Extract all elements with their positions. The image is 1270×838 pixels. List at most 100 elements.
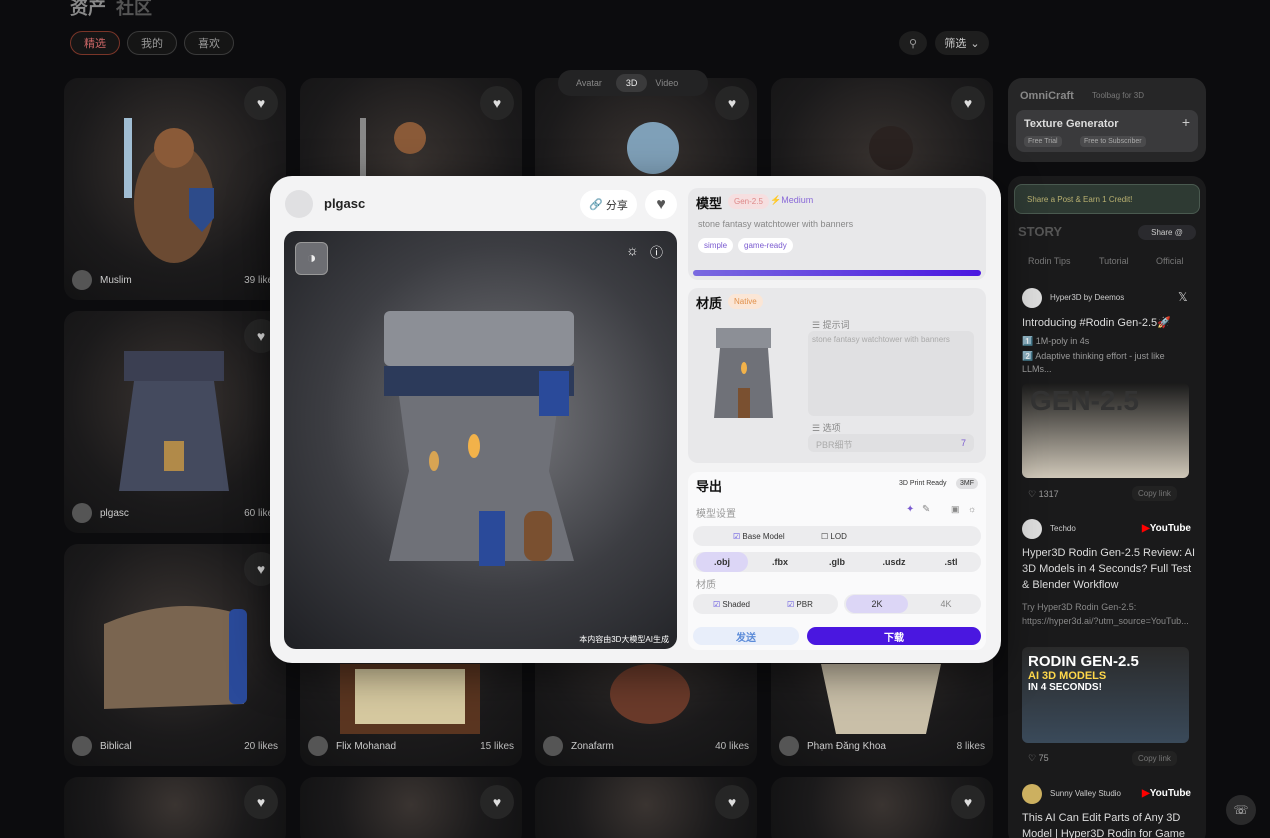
- avatar: [72, 503, 92, 523]
- pbr-value: 7: [960, 438, 966, 448]
- post-likes[interactable]: ♡ 1317: [1028, 489, 1059, 500]
- print-ready-label: 3D Print Ready: [899, 480, 947, 487]
- checkbox-icon: ☐: [821, 532, 829, 541]
- like-button[interactable]: ♥: [951, 86, 985, 120]
- heart-icon: ♥: [963, 794, 973, 810]
- card-user[interactable]: plgasc: [100, 508, 129, 519]
- save-icon[interactable]: ▣: [951, 504, 960, 515]
- filter-featured[interactable]: 精选: [70, 31, 120, 55]
- like-button[interactable]: ♥: [480, 86, 514, 120]
- like-button[interactable]: ♥: [244, 785, 278, 819]
- toggle-video[interactable]: Video: [655, 78, 678, 88]
- copy-link-button[interactable]: Copy link: [1132, 486, 1177, 501]
- 3d-viewer[interactable]: ◑ ☼ ⓘ 本内容由3D大模型AI生成: [284, 231, 677, 649]
- shaded-checkbox[interactable]: ☑ Shaded: [713, 600, 750, 609]
- sort-dropdown[interactable]: 筛选 ⌄: [935, 31, 989, 55]
- tab-assets[interactable]: 资产: [70, 0, 106, 18]
- post-title[interactable]: Hyper3D Rodin Gen-2.5 Review: AI 3D Mode…: [1022, 545, 1197, 593]
- filter-mine[interactable]: 我的: [127, 31, 177, 55]
- options-label: ☰ 选项: [812, 423, 841, 433]
- post-line: 2️⃣ Adaptive thinking effort - just like…: [1022, 351, 1165, 374]
- card-user[interactable]: Phạm Đăng Khoa: [807, 741, 886, 752]
- share-button[interactable]: 🔗 分享: [580, 190, 637, 219]
- tab-official[interactable]: Official: [1156, 256, 1183, 266]
- heart-icon: ♥: [963, 95, 973, 111]
- lod-checkbox[interactable]: ☐ LOD: [821, 532, 847, 541]
- edit-icon[interactable]: ✎: [922, 504, 930, 515]
- res-4k[interactable]: 4K: [915, 595, 977, 613]
- progress-bar: [693, 270, 981, 276]
- avatar: [1022, 784, 1042, 804]
- ai-watermark: 本内容由3D大模型AI生成: [579, 635, 669, 644]
- res-2k[interactable]: 2K: [846, 595, 908, 613]
- texture-generator-card[interactable]: Texture Generator + Free Trial Free to S…: [1016, 110, 1198, 152]
- format-stl[interactable]: .stl: [925, 552, 977, 572]
- asset-card[interactable]: ♥ Muslim 39 likes: [64, 78, 286, 300]
- like-button[interactable]: ♥: [715, 86, 749, 120]
- material-preview: [714, 328, 773, 418]
- youtube-icon: ▶: [1142, 523, 1150, 534]
- asset-card[interactable]: ♥: [64, 777, 286, 838]
- pbr-checkbox[interactable]: ☑ PBR: [787, 600, 813, 609]
- tag-game-ready: game-ready: [738, 238, 793, 253]
- tab-community[interactable]: 社区: [116, 0, 152, 18]
- format-usdz[interactable]: .usdz: [868, 552, 920, 572]
- asset-card[interactable]: ♥: [300, 777, 522, 838]
- asset-card[interactable]: ♥: [771, 777, 993, 838]
- sparkle-icon[interactable]: ✦: [906, 504, 914, 515]
- gen-badge: Gen-2.5: [728, 194, 769, 209]
- asset-card[interactable]: ♥ plgasc 60 likes: [64, 311, 286, 533]
- support-icon[interactable]: ☏: [1226, 795, 1256, 825]
- plus-icon[interactable]: +: [1182, 114, 1190, 130]
- sun-icon[interactable]: ☼: [968, 504, 976, 514]
- modal-username[interactable]: plgasc: [324, 196, 365, 211]
- like-button[interactable]: ♥: [645, 190, 677, 219]
- base-model-checkbox[interactable]: ☑ Base Model: [733, 532, 785, 541]
- thumb-text: RODIN GEN-2.5: [1028, 653, 1139, 670]
- download-button[interactable]: 下载: [807, 627, 981, 645]
- share-discord-button[interactable]: Share @: [1138, 225, 1196, 240]
- toggle-avatar[interactable]: Avatar: [576, 78, 602, 88]
- like-button[interactable]: ♥: [480, 785, 514, 819]
- like-button[interactable]: ♥: [951, 785, 985, 819]
- options-label-text: 选项: [822, 423, 841, 433]
- heart-icon: ♥: [256, 328, 266, 344]
- heart-icon: ♥: [492, 95, 502, 111]
- like-button[interactable]: ♥: [715, 785, 749, 819]
- post-author[interactable]: Sunny Valley Studio: [1050, 789, 1121, 798]
- pbr-detail-option[interactable]: PBR细节 7: [808, 434, 974, 452]
- asset-card[interactable]: ♥ Biblical 20 likes: [64, 544, 286, 766]
- post-title[interactable]: This AI Can Edit Parts of Any 3D Model |…: [1022, 810, 1197, 838]
- like-button[interactable]: ♥: [244, 86, 278, 120]
- share-banner[interactable]: Share a Post & Earn 1 Credit!: [1014, 184, 1200, 214]
- copy-link-button[interactable]: Copy link: [1132, 751, 1177, 766]
- prompt-label-text: 提示词: [822, 320, 850, 330]
- card-user[interactable]: Biblical: [100, 741, 132, 752]
- avatar: [285, 190, 313, 218]
- material-prompt-input[interactable]: stone fantasy watchtower with banners: [808, 331, 974, 416]
- avatar: [72, 270, 92, 290]
- post-title[interactable]: Introducing #Rodin Gen-2.5🚀: [1022, 316, 1171, 329]
- search-button[interactable]: ⚲: [899, 31, 927, 55]
- thumb-text: AI 3D MODELS: [1028, 670, 1107, 682]
- format-glb[interactable]: .glb: [811, 552, 863, 572]
- format-fbx[interactable]: .fbx: [754, 552, 806, 572]
- filter-liked[interactable]: 喜欢: [184, 31, 234, 55]
- post-author[interactable]: Hyper3D by Deemos: [1050, 293, 1124, 302]
- heart-icon: ♥: [256, 561, 266, 577]
- tab-tutorial[interactable]: Tutorial: [1099, 256, 1129, 266]
- post-author[interactable]: Techdo: [1050, 524, 1076, 533]
- card-user[interactable]: Zonafarm: [571, 741, 614, 752]
- send-button[interactable]: 发送: [693, 627, 799, 645]
- post-video-thumbnail[interactable]: RODIN GEN-2.5 AI 3D MODELS IN 4 SECONDS!: [1022, 647, 1189, 743]
- post-likes[interactable]: ♡ 75: [1028, 753, 1049, 764]
- post-image[interactable]: GEN-2.5: [1022, 383, 1189, 478]
- format-obj[interactable]: .obj: [696, 552, 748, 572]
- toggle-3d[interactable]: 3D: [615, 74, 648, 92]
- card-user[interactable]: Flix Mohanad: [336, 741, 396, 752]
- card-user[interactable]: Muslim: [100, 275, 132, 286]
- pbr-label: PBR细节: [816, 440, 853, 450]
- tab-rodin-tips[interactable]: Rodin Tips: [1028, 256, 1071, 266]
- asset-card[interactable]: ♥: [535, 777, 757, 838]
- 3mf-button[interactable]: 3MF: [956, 478, 978, 489]
